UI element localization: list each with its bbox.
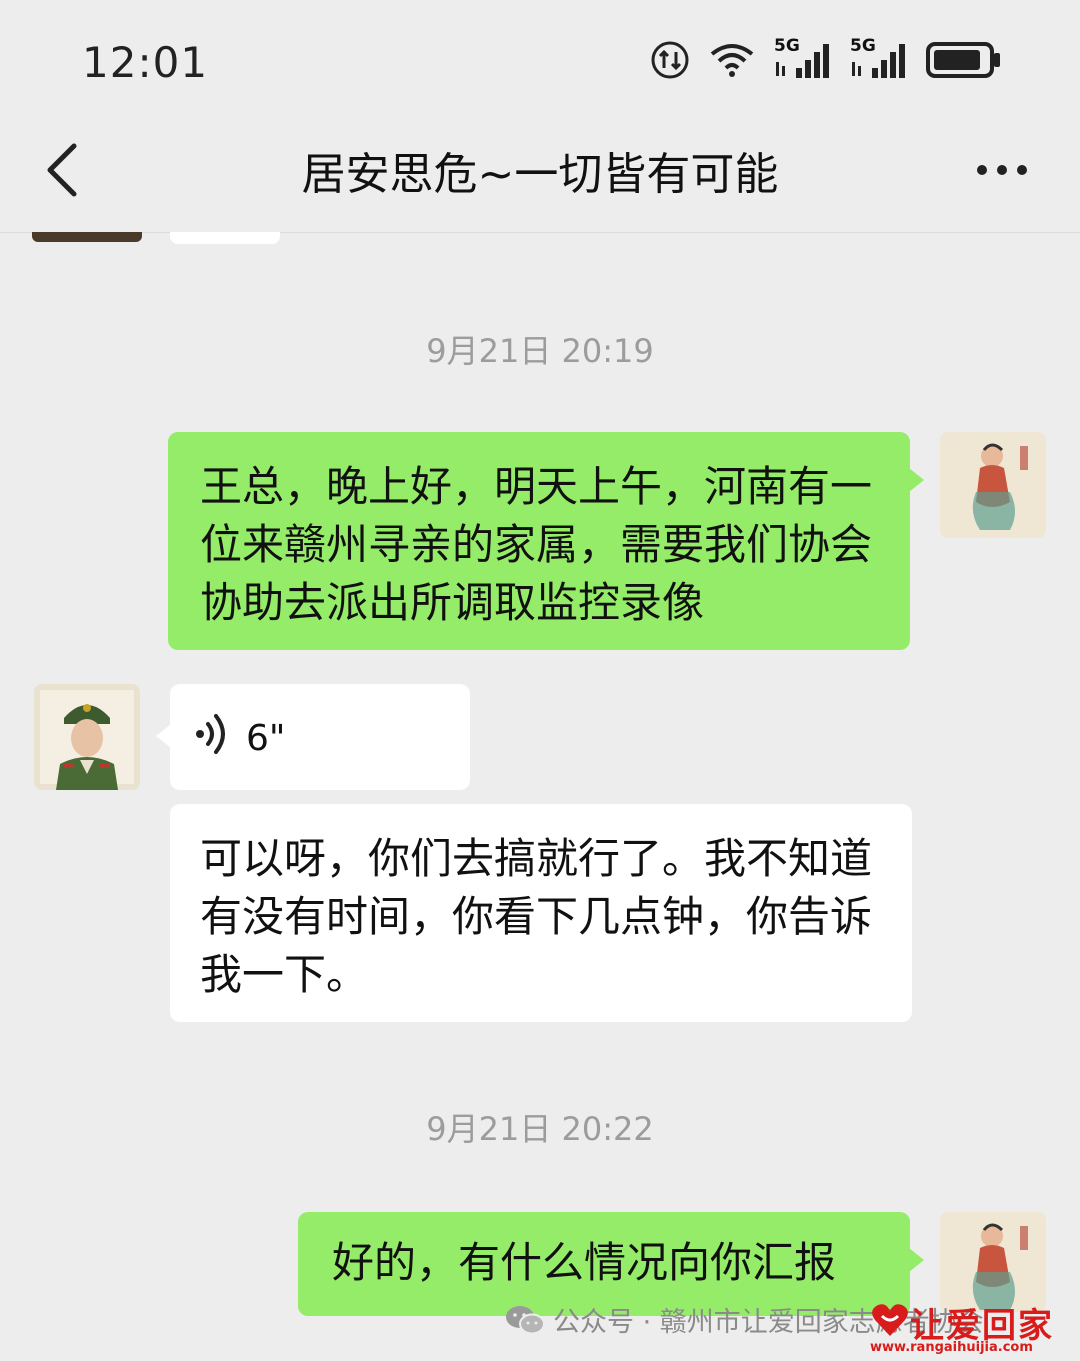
more-icon — [977, 165, 1027, 175]
status-icons: 5G 5G — [650, 36, 1002, 80]
previous-bubble-partial — [170, 232, 280, 244]
voice-duration: 6" — [246, 718, 286, 759]
status-time: 12:01 — [82, 38, 209, 87]
contact-avatar[interactable] — [34, 684, 140, 790]
received-message-bubble[interactable]: 可以呀，你们去搞就行了。我不知道有没有时间，你看下几点钟，你告诉我一下。 — [170, 804, 912, 1022]
logo-url: www.rangaihuijia.com — [870, 1340, 1033, 1355]
message-text: 王总，晚上好，明天上午，河南有一位来赣州寻亲的家属，需要我们协会协助去派出所调取… — [200, 462, 873, 627]
voice-message-bubble[interactable]: 6" — [156, 684, 470, 790]
chat-header: 居安思危~一切皆有可能 — [0, 120, 1080, 233]
message-timestamp: 9月21日 20:22 — [426, 1110, 654, 1148]
signal-bars-icon — [776, 44, 829, 78]
avatar-painting-image — [940, 432, 1046, 538]
data-saver-icon — [651, 41, 689, 79]
wechat-icon — [506, 1305, 545, 1334]
more-options-button[interactable] — [972, 150, 1032, 190]
message-text: 可以呀，你们去搞就行了。我不知道有没有时间，你看下几点钟，你告诉我一下。 — [200, 834, 873, 999]
voice-play-icon — [196, 714, 225, 754]
message-text: 好的，有什么情况向你汇报 — [332, 1238, 837, 1287]
status-bar: 12:01 5G 5G — [0, 0, 1080, 120]
wifi-icon — [710, 44, 754, 77]
cell-signal-1: 5G — [774, 36, 832, 80]
my-avatar[interactable] — [940, 432, 1046, 538]
heart-logo-icon — [872, 1304, 908, 1336]
battery-icon — [926, 42, 1000, 78]
signal-bars-icon — [852, 44, 905, 78]
previous-message-partial — [32, 232, 142, 242]
message-timestamp: 9月21日 20:19 — [426, 332, 654, 370]
cell-signal-2: 5G — [850, 36, 908, 80]
avatar-portrait-image — [34, 684, 140, 790]
chat-title: 居安思危~一切皆有可能 — [301, 149, 779, 200]
sent-message-bubble[interactable]: 王总，晚上好，明天上午，河南有一位来赣州寻亲的家属，需要我们协会协助去派出所调取… — [168, 432, 924, 650]
brand-logo: 让爱回家 www.rangaihuijia.com — [870, 1296, 1070, 1358]
